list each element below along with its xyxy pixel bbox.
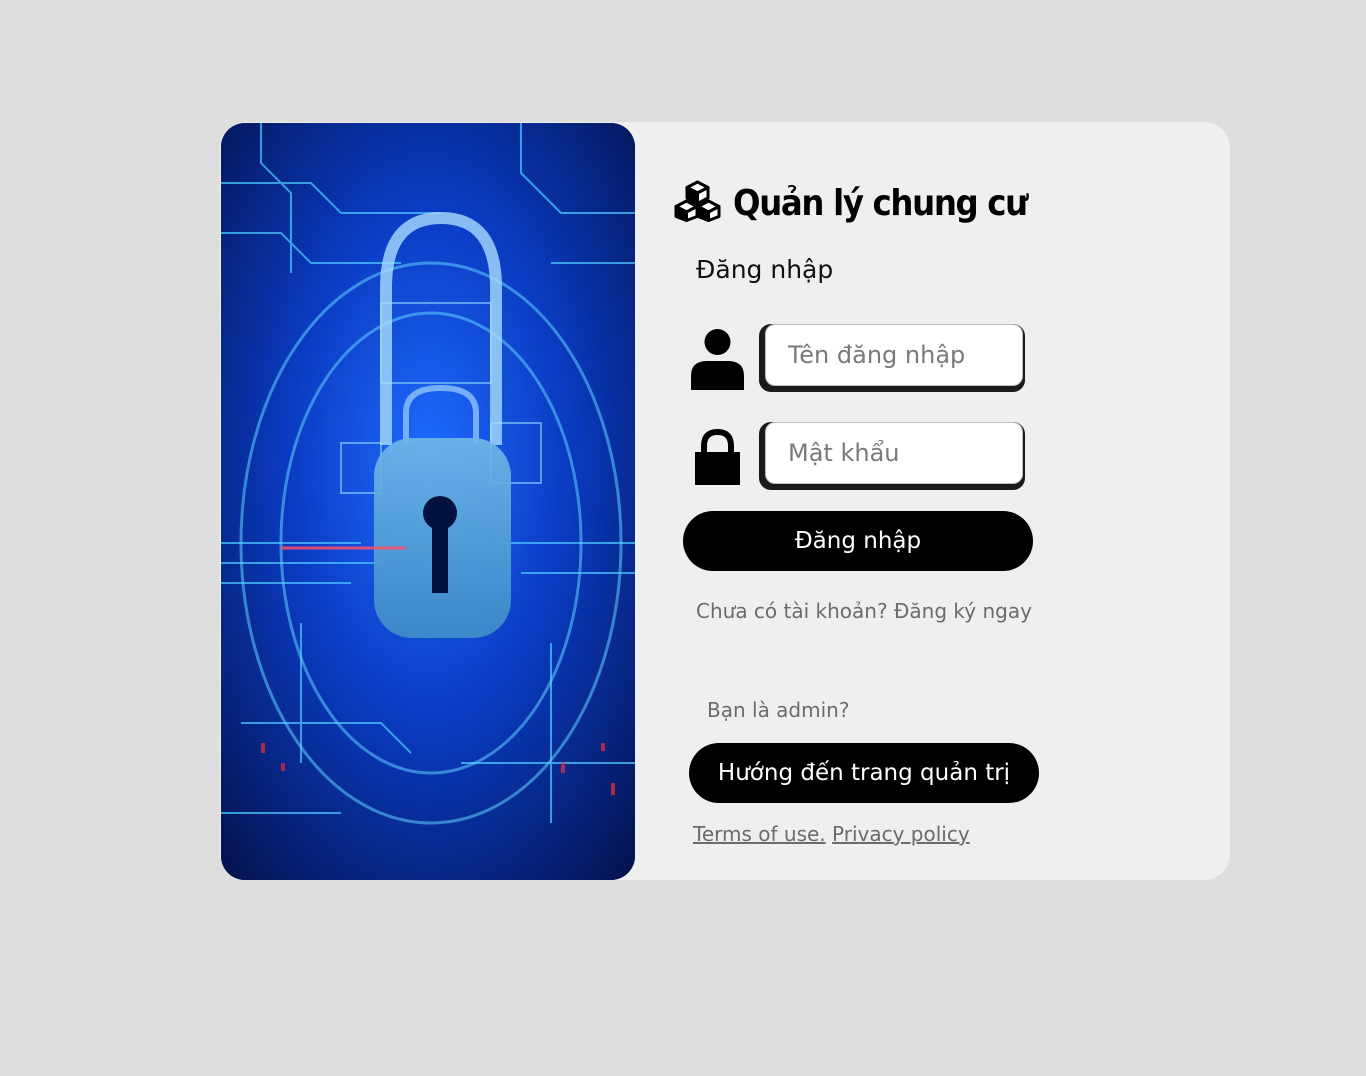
admin-question: Bạn là admin?: [707, 698, 850, 722]
login-heading: Đăng nhập: [696, 255, 834, 284]
password-input[interactable]: [765, 422, 1023, 484]
privacy-policy-link[interactable]: Privacy policy: [832, 822, 970, 846]
terms-of-use-link[interactable]: Terms of use.: [693, 822, 826, 846]
cybersecurity-lock-image: [221, 123, 635, 880]
admin-page-button[interactable]: Hướng đến trang quản trị: [689, 743, 1039, 803]
cubes-icon: [674, 180, 721, 226]
username-field-frame: [759, 324, 1025, 392]
app-title: Quản lý chung cư: [733, 182, 1028, 224]
username-input[interactable]: [765, 324, 1023, 386]
brand: Quản lý chung cư: [674, 180, 1060, 226]
password-field-frame: [759, 422, 1025, 490]
user-icon: [691, 328, 744, 394]
signup-link[interactable]: Chưa có tài khoản? Đăng ký ngay: [696, 599, 1032, 623]
lock-icon: [695, 428, 740, 489]
footer-links: Terms of use. Privacy policy: [693, 822, 970, 846]
login-button[interactable]: Đăng nhập: [683, 511, 1033, 571]
